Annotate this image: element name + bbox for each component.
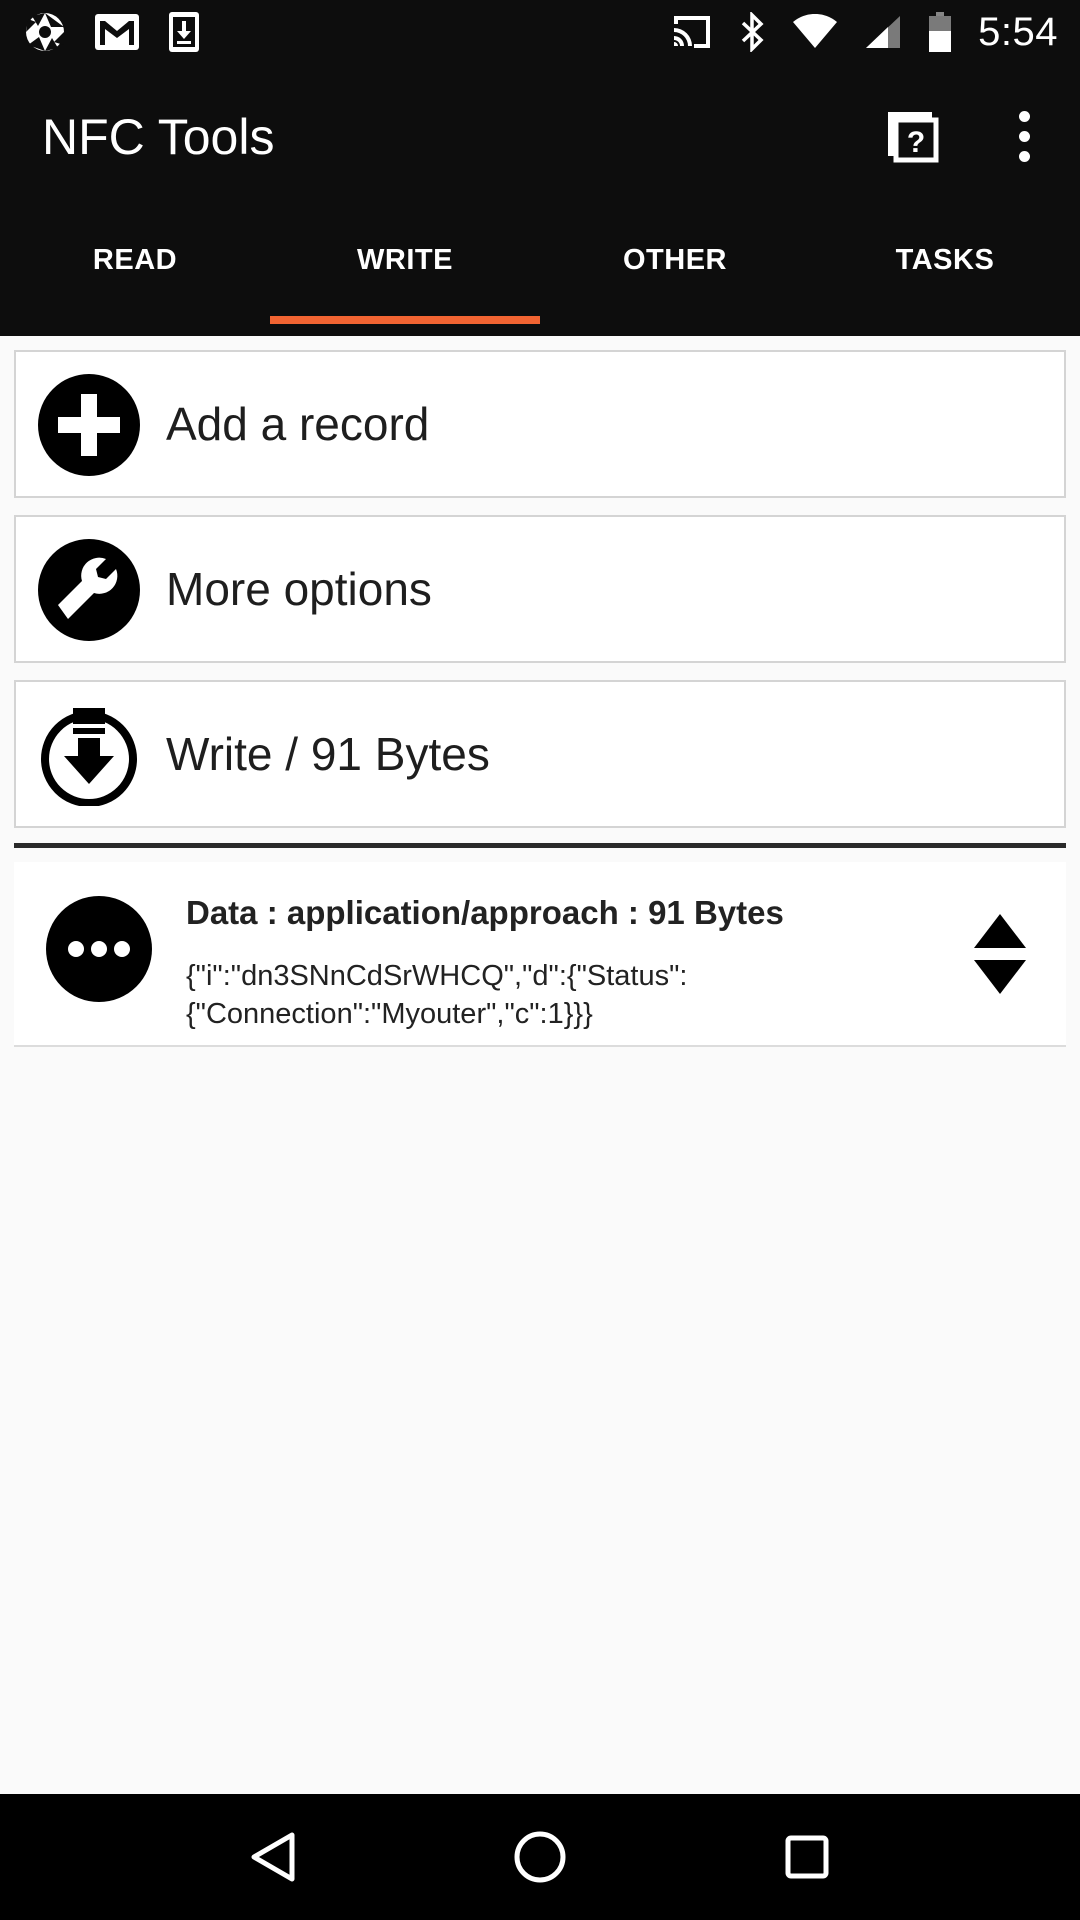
bluetooth-icon xyxy=(740,12,766,52)
download-icon xyxy=(168,11,200,53)
svg-text:?: ? xyxy=(907,126,925,159)
app-bar: NFC Tools ? xyxy=(0,64,1080,210)
cast-icon xyxy=(670,14,714,50)
record-item[interactable]: Data : application/approach : 91 Bytes {… xyxy=(14,862,1066,1047)
navigation-bar xyxy=(0,1794,1080,1920)
write-download-icon xyxy=(38,704,140,807)
record-content: {"i":"dn3SNnCdSrWHCQ","d":{"Status": {"C… xyxy=(186,960,688,1030)
more-horizontal-circle-icon[interactable] xyxy=(46,896,152,1002)
home-icon[interactable] xyxy=(510,1827,570,1887)
wifi-icon xyxy=(792,14,838,50)
tab-other[interactable]: OTHER xyxy=(540,210,810,336)
record-title: Data : application/approach : 91 Bytes xyxy=(186,894,784,931)
reorder-icon[interactable] xyxy=(972,912,1028,996)
tab-bar: READ WRITE OTHER TASKS xyxy=(0,210,1080,336)
write-button[interactable]: Write / 91 Bytes xyxy=(14,680,1066,828)
divider xyxy=(14,843,1066,848)
tab-tasks[interactable]: TASKS xyxy=(810,210,1080,336)
signal-icon xyxy=(864,14,902,50)
back-icon[interactable] xyxy=(243,1827,303,1887)
wrench-icon xyxy=(38,539,140,641)
app-title: NFC Tools xyxy=(42,109,275,165)
clock: 5:54 xyxy=(978,9,1058,54)
status-bar: 5:54 xyxy=(0,0,1080,64)
write-label: Write / 91 Bytes xyxy=(166,728,490,780)
tab-write[interactable]: WRITE xyxy=(270,210,540,336)
add-circle-icon xyxy=(38,374,140,476)
gmail-icon xyxy=(94,13,140,51)
tab-read[interactable]: READ xyxy=(0,210,270,336)
recents-icon[interactable] xyxy=(777,1827,837,1887)
more-options-label: More options xyxy=(166,563,432,615)
battery-icon xyxy=(928,11,952,53)
help-icon[interactable]: ? xyxy=(884,108,940,164)
overflow-menu-icon[interactable] xyxy=(1000,108,1048,164)
shutter-icon xyxy=(24,11,66,53)
add-record-button[interactable]: Add a record xyxy=(14,350,1066,498)
add-record-label: Add a record xyxy=(166,398,430,450)
more-options-button[interactable]: More options xyxy=(14,515,1066,663)
